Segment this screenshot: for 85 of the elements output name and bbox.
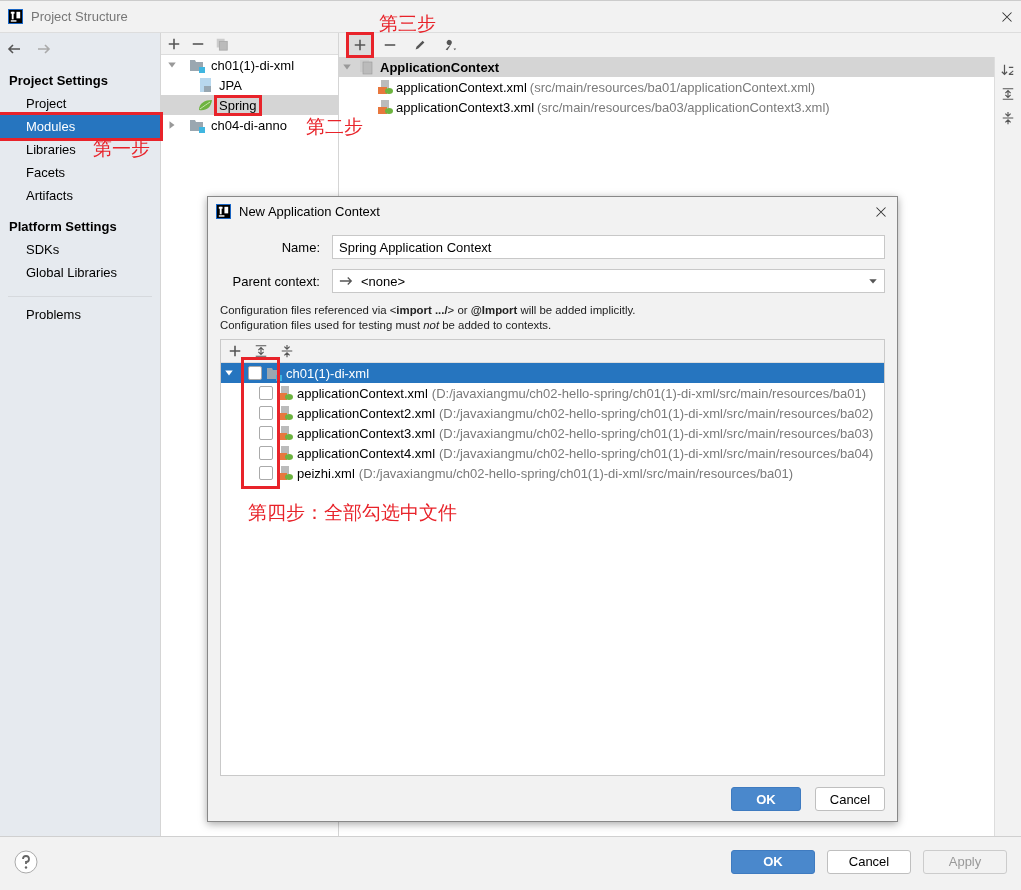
file-path: (D:/javaxiangmu/ch02-hello-spring/ch01(1)-di-xml/src/main/resources/ba04) (439, 445, 874, 461)
xml-file-icon (277, 465, 293, 481)
file-path: (src/main/resources/ba01/applicationContext.xml) (529, 79, 816, 95)
tree-item[interactable]: ApplicationContext (380, 59, 500, 75)
sidebar-item[interactable]: Artifacts (0, 184, 99, 207)
annotation-text: 第二步 (306, 114, 363, 139)
document-icon (197, 77, 213, 93)
section-header: Platform Settings (8, 218, 118, 236)
caret-icon (868, 276, 878, 286)
xml-file-icon (277, 385, 293, 401)
dialog-button[interactable]: Cancel (827, 849, 911, 874)
field-label: Parent context: (231, 273, 320, 289)
sort-icon[interactable] (1001, 63, 1015, 77)
file-name[interactable]: applicationContext.xml (396, 79, 527, 95)
expanded-arrow-icon[interactable] (224, 368, 234, 378)
checkbox[interactable] (259, 426, 273, 440)
collapse-all-icon[interactable] (1001, 111, 1015, 125)
dialog-button[interactable]: OK (731, 787, 801, 811)
folder-icon (266, 365, 282, 381)
parent-context-dropdown[interactable]: <none> (332, 269, 885, 293)
name-field[interactable]: Spring Application Context (332, 235, 885, 259)
tree-item[interactable]: ch01(1)-di-xml (286, 365, 370, 381)
tree-item[interactable]: Spring (217, 97, 259, 113)
app-logo-icon (216, 204, 231, 219)
sidebar-item[interactable]: SDKs (0, 238, 86, 261)
annotation-text: 第四步：全部勾选中文件 (248, 500, 457, 525)
file-path: (D:/javaxiangmu/ch02-hello-spring/ch01(1)-di-xml/src/main/resources/ba01) (431, 385, 867, 401)
file-path: (D:/javaxiangmu/ch02-hello-spring/ch01(1)-di-xml/src/main/resources/ba03) (439, 425, 874, 441)
annotation-text: 第一步 (93, 136, 150, 161)
sidebar-item[interactable]: Problems (0, 303, 107, 326)
checkbox[interactable] (259, 466, 273, 480)
folder-icon (189, 57, 205, 73)
file-path: (D:/javaxiangmu/ch02-hello-spring/ch01(1)-di-xml/src/main/resources/ba01) (358, 465, 794, 481)
xml-file-icon (377, 99, 393, 115)
close-icon[interactable] (875, 205, 887, 218)
file-name[interactable]: applicationContext.xml (297, 385, 428, 401)
info-text: Configuration files used for testing must not be added to contexts. (220, 318, 553, 333)
tree-item[interactable]: ch04-di-anno (209, 117, 289, 133)
tree-item[interactable]: ch01(1)-di-xml (209, 57, 297, 73)
xml-file-icon (277, 405, 293, 421)
app-logo-icon (8, 9, 23, 24)
window-title: Project Structure (31, 9, 128, 24)
file-path: (D:/javaxiangmu/ch02-hello-spring/ch01(1)-di-xml/src/main/resources/ba02) (439, 405, 874, 421)
sidebar-item[interactable]: Project (0, 92, 93, 115)
expand-all-icon[interactable] (1001, 87, 1015, 101)
dialog-button[interactable]: Cancel (815, 787, 885, 811)
close-icon[interactable] (1001, 10, 1013, 23)
collapse-all-icon[interactable] (280, 344, 294, 358)
folder-icon (189, 117, 205, 133)
info-text: Configuration files referenced via <import .../> or @Import will be added implicitly. (220, 303, 637, 318)
add-button[interactable] (349, 35, 371, 55)
file-name[interactable]: applicationContext3.xml (297, 425, 436, 441)
pencil-icon (413, 38, 427, 52)
xml-file-icon (377, 79, 393, 95)
annotation-box (346, 32, 374, 58)
sidebar-item[interactable]: Global Libraries (0, 261, 144, 284)
arrow-icon (339, 274, 353, 288)
add-icon (353, 38, 367, 52)
dialog-title: New Application Context (239, 204, 380, 219)
checkbox[interactable] (259, 406, 273, 420)
collapsed-arrow-icon[interactable] (167, 120, 177, 130)
annotation-text: 第三步 (379, 11, 436, 36)
annotation-box (214, 94, 262, 116)
sidebar-item[interactable]: Modules (0, 115, 160, 138)
expand-all-icon[interactable] (254, 344, 268, 358)
help-icon[interactable] (14, 849, 38, 874)
add-icon[interactable] (228, 344, 242, 358)
dialog-button[interactable]: OK (731, 849, 815, 874)
checkbox[interactable] (259, 386, 273, 400)
xml-file-icon (277, 445, 293, 461)
checkbox[interactable] (248, 366, 262, 380)
file-path: (src/main/resources/ba03/applicationContext3.xml) (537, 99, 830, 115)
file-name[interactable]: peizhi.xml (297, 465, 355, 481)
checkbox[interactable] (259, 446, 273, 460)
section-header: Project Settings (8, 72, 109, 90)
file-name[interactable]: applicationContext3.xml (396, 99, 535, 115)
file-name[interactable]: applicationContext4.xml (297, 445, 436, 461)
file-name[interactable]: applicationContext2.xml (297, 405, 436, 421)
expanded-arrow-icon[interactable] (167, 60, 177, 70)
tree-item[interactable]: JPA (217, 77, 244, 93)
xml-file-icon (277, 425, 293, 441)
sidebar-item[interactable]: Facets (0, 161, 91, 184)
leaf-icon (197, 97, 213, 113)
field-label: Name: (280, 239, 320, 255)
add-icon[interactable] (167, 36, 181, 51)
